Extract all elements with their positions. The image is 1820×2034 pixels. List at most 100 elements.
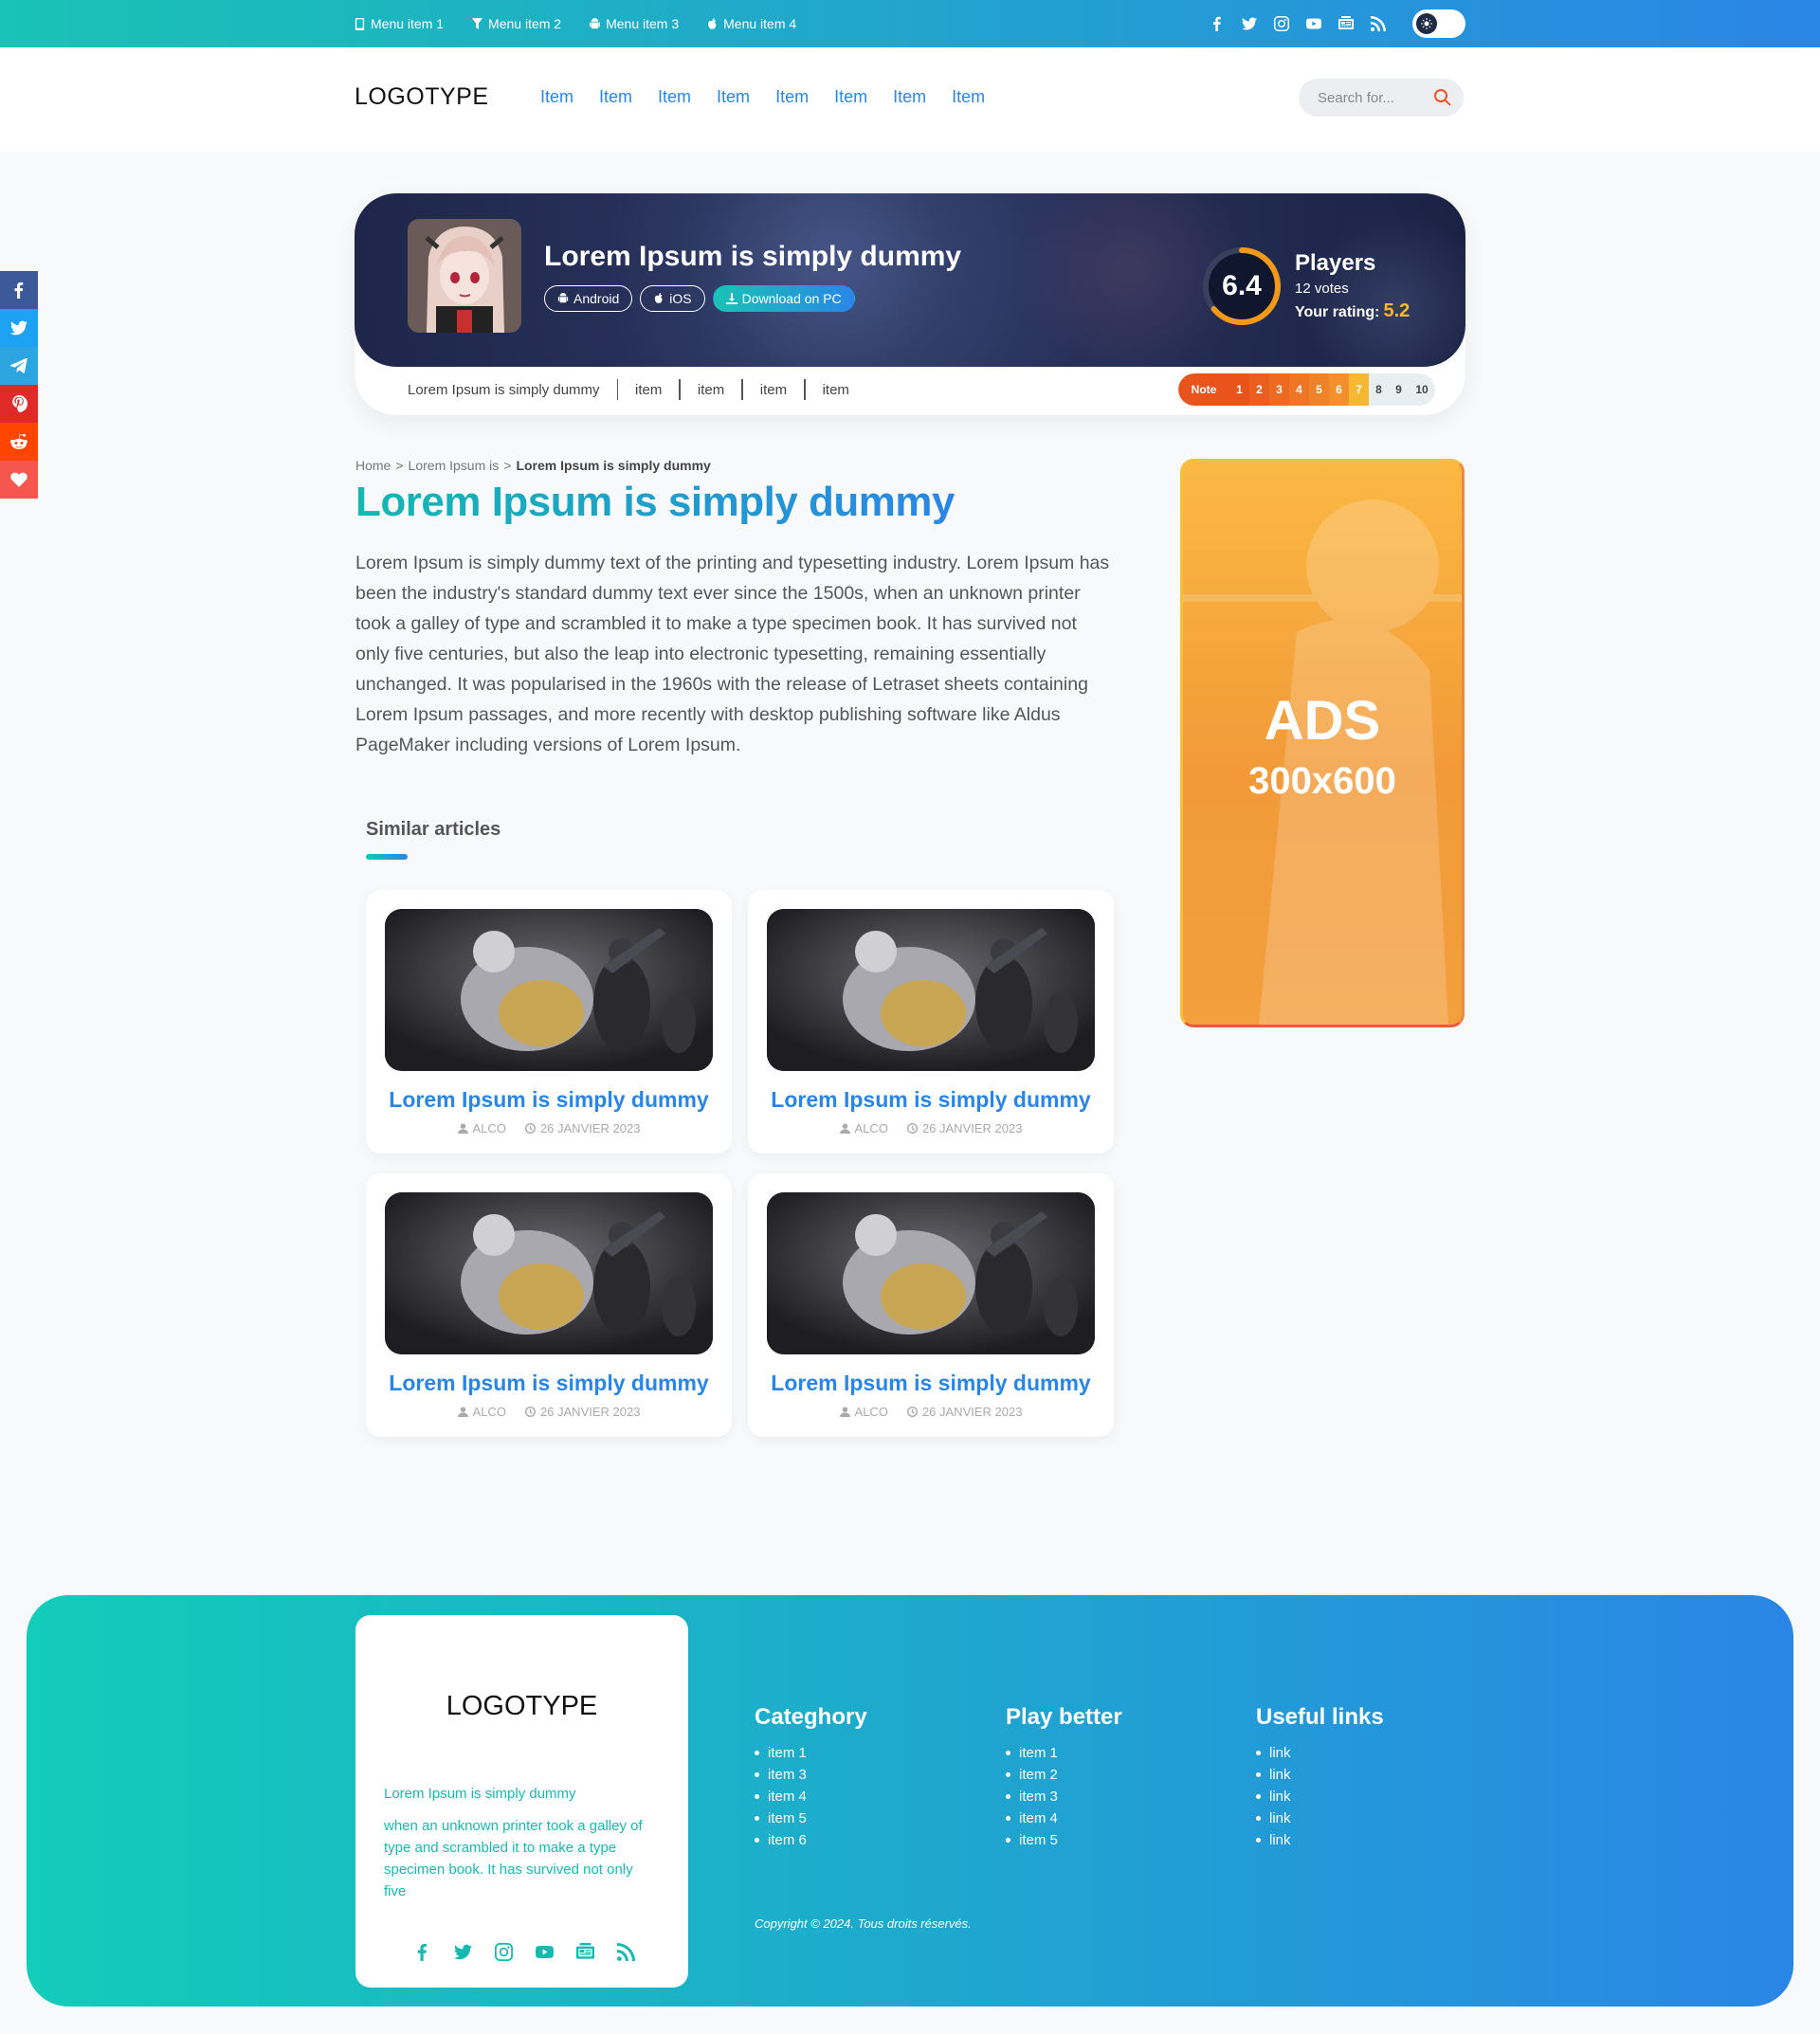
footer-link[interactable]: item 4 [1006,1807,1122,1829]
instagram-icon[interactable] [1272,15,1290,33]
note-option-6[interactable]: 6 [1329,373,1349,406]
article-card-title[interactable]: Lorem Ipsum is simply dummy [366,1087,732,1113]
note-option-7[interactable]: 7 [1349,373,1369,406]
share-bar [0,271,38,499]
site-logo[interactable]: LOGOTYPE [355,83,489,111]
note-option-10[interactable]: 10 [1409,373,1435,406]
theme-toggle[interactable] [1412,9,1465,38]
footer-link[interactable]: link [1256,1742,1384,1764]
note-option-4[interactable]: 4 [1289,373,1309,406]
footer-link[interactable]: item 5 [755,1807,867,1829]
clock-icon [906,1407,918,1417]
google-news-icon[interactable] [1337,15,1355,33]
youtube-icon[interactable] [535,1942,554,1961]
android-icon [590,17,601,28]
footer-link[interactable]: item 3 [755,1764,867,1786]
top-menu-item-1[interactable]: Menu item 1 [355,16,444,31]
ios-tag[interactable]: iOS [640,285,705,312]
ad-banner[interactable]: ADS 300x600 [1180,459,1465,1027]
author-name: ALCO [472,1405,506,1419]
note-option-5[interactable]: 5 [1309,373,1329,406]
top-menu-item-3[interactable]: Menu item 3 [590,16,679,31]
article-card-title[interactable]: Lorem Ipsum is simply dummy [748,1087,1114,1113]
sub-nav-item[interactable]: item [698,382,724,398]
nav-item-3[interactable]: Item [658,87,691,107]
footer-link[interactable]: link [1256,1807,1384,1829]
share-reddit-button[interactable] [0,423,38,461]
date: 26 JANVIER 2023 [524,1405,640,1419]
note-label: Note [1178,373,1229,406]
footer-link[interactable]: link [1256,1764,1384,1786]
footer-link[interactable]: item 1 [755,1742,867,1764]
footer-link[interactable]: link [1256,1829,1384,1851]
google-news-icon[interactable] [575,1942,594,1961]
your-rating: Your rating: 5.2 [1295,300,1410,322]
sub-nav-item[interactable]: item [635,382,662,398]
twitter-icon[interactable] [453,1942,472,1961]
download-pc-button[interactable]: Download on PC [712,285,855,312]
breadcrumb-home[interactable]: Home [355,458,391,473]
nav-item-1[interactable]: Item [540,87,573,107]
note-option-3[interactable]: 3 [1269,373,1289,406]
nav-item-5[interactable]: Item [775,87,809,107]
note-option-2[interactable]: 2 [1249,373,1269,406]
nav-item-4[interactable]: Item [717,87,750,107]
youtube-icon[interactable] [1304,15,1322,33]
facebook-icon[interactable] [1208,15,1226,33]
share-facebook-button[interactable] [0,271,38,309]
footer-link[interactable]: item 5 [1006,1829,1122,1851]
share-telegram-button[interactable] [0,347,38,385]
footer-social-links [412,1942,635,1961]
author-name: ALCO [472,1121,506,1135]
article-card-title[interactable]: Lorem Ipsum is simply dummy [366,1371,732,1396]
article-card[interactable]: Lorem Ipsum is simply dummy ALCO 26 JANV… [748,1173,1114,1437]
breadcrumb-category[interactable]: Lorem Ipsum is [409,458,500,473]
footer-link[interactable]: item 3 [1006,1786,1122,1807]
top-menu-item-2[interactable]: Menu item 2 [472,16,561,31]
share-twitter-button[interactable] [0,309,38,347]
footer-tagline: Lorem Ipsum is simply dummy [384,1786,576,1802]
share-pinterest-button[interactable] [0,385,38,423]
footer-column-useful-links: Useful links link link link link link [1256,1704,1384,1851]
footer-link[interactable]: item 2 [1006,1764,1122,1786]
article-card-meta: ALCO 26 JANVIER 2023 [748,1405,1114,1419]
article-card-image[interactable] [767,909,1095,1071]
android-tag[interactable]: Android [544,285,633,312]
nav-item-2[interactable]: Item [599,87,632,107]
footer-link[interactable]: item 1 [1006,1742,1122,1764]
search-input[interactable] [1318,89,1431,106]
footer-link[interactable]: item 6 [755,1829,867,1851]
article-card-image[interactable] [385,909,713,1071]
sub-nav-item[interactable]: Lorem Ipsum is simply dummy [408,382,600,398]
top-menu-label: Menu item 4 [723,16,797,31]
rss-icon[interactable] [616,1942,635,1961]
article-card[interactable]: Lorem Ipsum is simply dummy ALCO 26 JANV… [748,890,1114,1153]
article-card[interactable]: Lorem Ipsum is simply dummy ALCO 26 JANV… [366,890,732,1153]
footer-link[interactable]: item 4 [755,1786,867,1807]
sub-nav-item[interactable]: item [823,382,849,398]
ad-size: 300x600 [1248,760,1396,802]
top-menu-item-4[interactable]: Menu item 4 [707,16,796,31]
nav-item-8[interactable]: Item [952,87,985,107]
note-option-1[interactable]: 1 [1229,373,1249,406]
game-thumbnail[interactable] [408,219,521,333]
footer-logo[interactable]: LOGOTYPE [355,1691,688,1722]
twitter-icon[interactable] [1240,15,1258,33]
footer-link[interactable]: link [1256,1786,1384,1807]
share-favorite-button[interactable] [0,461,38,499]
article-card-title[interactable]: Lorem Ipsum is simply dummy [748,1371,1114,1396]
note-option-9[interactable]: 9 [1389,373,1409,406]
facebook-icon[interactable] [412,1942,431,1961]
players-label: Players [1295,250,1376,276]
nav-item-6[interactable]: Item [834,87,867,107]
search-icon[interactable] [1433,88,1452,107]
sub-nav-item[interactable]: item [760,382,787,398]
instagram-icon[interactable] [494,1942,513,1961]
note-option-8[interactable]: 8 [1369,373,1389,406]
article-card-image[interactable] [767,1192,1095,1354]
article-card-image[interactable] [385,1192,713,1354]
rss-icon[interactable] [1369,15,1387,33]
article-card[interactable]: Lorem Ipsum is simply dummy ALCO 26 JANV… [366,1173,732,1437]
footer-brand-card: LOGOTYPE Lorem Ipsum is simply dummy whe… [355,1615,688,1988]
nav-item-7[interactable]: Item [893,87,926,107]
